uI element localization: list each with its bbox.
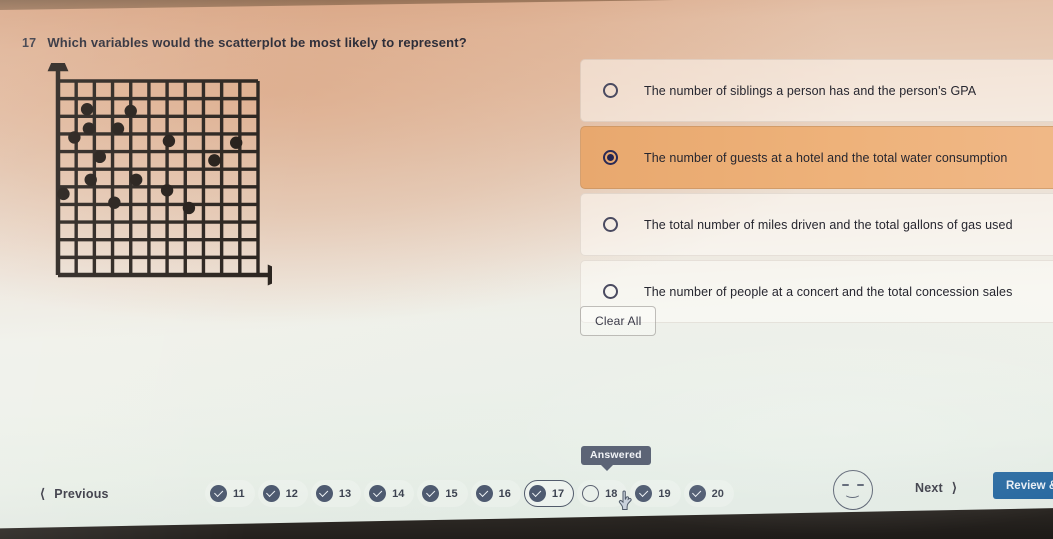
clear-all-button[interactable]: Clear All (580, 306, 657, 336)
previous-label: Previous (54, 487, 109, 501)
scatter-point (111, 122, 125, 135)
question-nav-number: 13 (338, 487, 352, 500)
scatter-point (229, 136, 243, 149)
scatter-point (182, 201, 196, 215)
smiley-face-icon[interactable] (833, 470, 873, 510)
question-nav-number: 14 (392, 487, 405, 500)
question-nav-item-19[interactable]: 19 (630, 480, 681, 507)
smiley-mouth (844, 488, 861, 498)
check-circle-icon (422, 485, 440, 502)
question-nav-item-14[interactable]: 14 (364, 480, 415, 507)
scatter-point (160, 184, 174, 197)
scatter-point (57, 187, 70, 201)
chevron-left-icon: ⟨ (40, 486, 46, 501)
scatter-point (68, 131, 81, 144)
smiley-eye-right (857, 484, 864, 486)
scatter-point (208, 154, 221, 167)
answer-options-list: The number of siblings a person has and … (580, 59, 1053, 327)
question-prompt: 17 Which variables would the scatterplot… (22, 35, 467, 50)
question-nav-number: 12 (285, 487, 298, 500)
scatter-point (84, 173, 97, 186)
answer-option-1[interactable]: The number of siblings a person has and … (580, 59, 1053, 122)
answered-tooltip: Answered (581, 446, 651, 471)
question-nav-number: 18 (605, 487, 618, 500)
next-button[interactable]: Next ⟩ (915, 480, 957, 496)
chevron-right-icon: ⟩ (951, 480, 958, 495)
question-nav-item-17[interactable]: 17 (523, 480, 575, 507)
scatter-point (108, 196, 121, 209)
question-nav-number: 16 (498, 487, 511, 500)
previous-button[interactable]: ⟨ Previous (40, 486, 109, 502)
quiz-app: 17 Which variables would the scatterplot… (0, 0, 1053, 539)
question-nav-item-20[interactable]: 20 (683, 480, 734, 507)
check-circle-icon (315, 485, 333, 502)
check-circle-icon (369, 485, 387, 502)
check-circle-icon (635, 485, 653, 502)
question-nav-number: 19 (658, 487, 671, 500)
answer-option-label: The number of guests at a hotel and the … (644, 150, 1008, 165)
hand-cursor (618, 490, 632, 510)
answer-option-3[interactable]: The total number of miles driven and the… (580, 193, 1053, 256)
page-title: Which variables would the scatterplot be… (47, 35, 467, 50)
check-circle-icon (210, 485, 227, 502)
check-circle-icon (688, 485, 706, 502)
answer-option-2[interactable]: The number of guests at a hotel and the … (580, 126, 1053, 189)
answer-option-label: The number of people at a concert and th… (644, 284, 1013, 299)
scatter-point (129, 173, 143, 186)
radio-selected-dot (607, 154, 614, 161)
question-nav-item-15[interactable]: 15 (417, 480, 468, 507)
scatter-point (82, 122, 96, 135)
radio-button-1[interactable] (603, 83, 618, 98)
scatterplot-figure (36, 63, 272, 300)
question-nav-number: 20 (711, 487, 724, 500)
empty-circle-icon (582, 485, 600, 502)
question-nav-item-12[interactable]: 12 (257, 480, 308, 507)
check-circle-icon (262, 485, 280, 502)
radio-button-3[interactable] (603, 217, 618, 232)
question-nav-item-16[interactable]: 16 (470, 480, 521, 507)
scatter-point (93, 150, 107, 164)
question-number: 17 (22, 36, 37, 50)
question-number-nav: 11 12 13 14 15 16 17 18 19 20 (205, 480, 734, 507)
scatter-point (124, 104, 137, 118)
bottom-navigation-bar: ⟨ Previous 11 12 13 14 15 16 17 18 19 20 (0, 480, 1053, 524)
answer-option-label: The total number of miles driven and the… (644, 217, 1013, 232)
radio-button-4[interactable] (603, 284, 618, 299)
answer-option-label: The number of siblings a person has and … (644, 83, 977, 98)
question-nav-number: 11 (233, 487, 245, 500)
review-and-submit-button[interactable]: Review & S (993, 472, 1053, 499)
scatter-point (80, 103, 94, 116)
check-circle-icon (528, 485, 546, 502)
smiley-eye-left (842, 484, 849, 486)
question-nav-number: 15 (445, 487, 458, 500)
radio-button-2[interactable] (603, 150, 618, 165)
question-nav-item-11[interactable]: 11 (205, 480, 255, 507)
check-circle-icon (475, 485, 493, 502)
question-nav-item-13[interactable]: 13 (310, 480, 362, 507)
scatterplot-svg (47, 63, 272, 286)
scatter-point (162, 134, 176, 148)
next-label: Next (915, 481, 943, 495)
question-nav-number: 17 (551, 487, 565, 500)
